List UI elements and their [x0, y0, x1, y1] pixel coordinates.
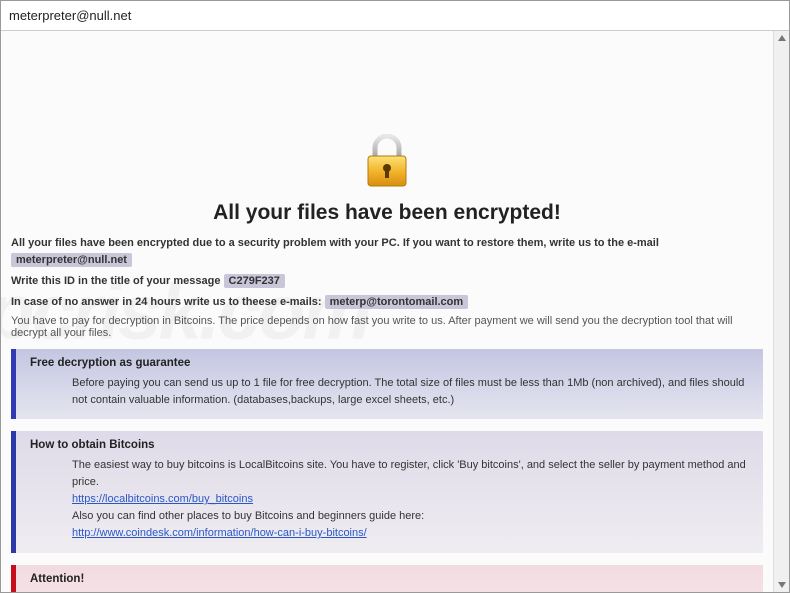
- coindesk-link[interactable]: http://www.coindesk.com/information/how-…: [72, 527, 367, 539]
- intro-line-1: All your files have been encrypted due t…: [11, 235, 763, 269]
- lock-icon: [362, 134, 412, 195]
- app-window: meterpreter@null.net pcrisk.com: [0, 0, 790, 593]
- intro-text-1: All your files have been encrypted due t…: [11, 237, 659, 249]
- guarantee-section: Free decryption as guarantee Before payi…: [11, 349, 763, 419]
- bitcoins-title: How to obtain Bitcoins: [30, 439, 753, 451]
- secondary-email-badge: meterp@torontomail.com: [325, 295, 469, 309]
- bitcoins-text-1: The easiest way to buy bitcoins is Local…: [72, 457, 753, 491]
- intro-line-3: In case of no answer in 24 hours write u…: [11, 294, 763, 311]
- intro-text-2: Write this ID in the title of your messa…: [11, 275, 224, 287]
- content-wrapper: pcrisk.com: [1, 31, 789, 592]
- attention-title: Attention!: [30, 573, 753, 585]
- bitcoins-section: How to obtain Bitcoins The easiest way t…: [11, 431, 763, 552]
- attention-section: Attention! Do not rename encrypted files…: [11, 565, 763, 592]
- ransom-note-content: pcrisk.com: [1, 31, 773, 592]
- intro-text-3: In case of no answer in 24 hours write u…: [11, 296, 325, 308]
- payment-note: You have to pay for decryption in Bitcoi…: [11, 315, 763, 339]
- primary-email-badge: meterpreter@null.net: [11, 253, 132, 267]
- vertical-scrollbar[interactable]: [773, 31, 789, 592]
- attention-item: Do not rename encrypted files.: [90, 591, 753, 592]
- scroll-up-arrow-icon[interactable]: [775, 31, 789, 45]
- header-block: All your files have been encrypted!: [11, 130, 763, 225]
- bitcoins-body: The easiest way to buy bitcoins is Local…: [30, 457, 753, 542]
- bitcoins-text-2: Also you can find other places to buy Bi…: [72, 508, 753, 525]
- window-title: meterpreter@null.net: [9, 8, 131, 23]
- guarantee-body: Before paying you can send us up to 1 fi…: [30, 375, 753, 409]
- victim-id-badge: C279F237: [224, 274, 285, 288]
- intro-line-2: Write this ID in the title of your messa…: [11, 273, 763, 290]
- page-title: All your files have been encrypted!: [11, 201, 763, 225]
- guarantee-title: Free decryption as guarantee: [30, 357, 753, 369]
- scroll-down-arrow-icon[interactable]: [775, 578, 789, 592]
- localbitcoins-link[interactable]: https://localbitcoins.com/buy_bitcoins: [72, 493, 253, 505]
- attention-list: Do not rename encrypted files. Do not tr…: [30, 591, 753, 592]
- window-titlebar: meterpreter@null.net: [1, 1, 789, 31]
